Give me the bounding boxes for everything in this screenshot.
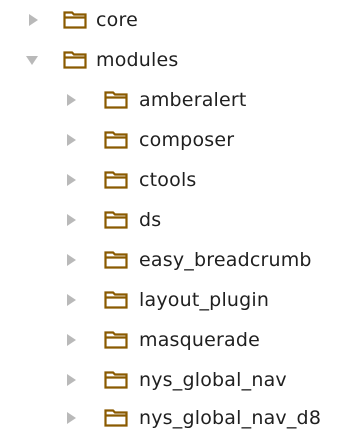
tree-item-nys-global-nav[interactable]: nys_global_nav: [0, 360, 342, 400]
tree-item-label: modules: [96, 49, 179, 71]
folder-icon: [104, 290, 128, 309]
tree-item-label: nys_global_nav_d8: [139, 407, 322, 429]
folder-icon: [104, 250, 128, 269]
collapse-arrow-icon[interactable]: [25, 53, 39, 67]
expand-arrow-icon[interactable]: [64, 213, 78, 227]
tree-item-amberalert[interactable]: amberalert: [0, 80, 342, 120]
expand-arrow-icon[interactable]: [64, 253, 78, 267]
tree-item-nys-global-nav-d8[interactable]: nys_global_nav_d8: [0, 398, 342, 438]
tree-item-label: ds: [139, 209, 162, 231]
expand-arrow-icon[interactable]: [64, 333, 78, 347]
tree-item-label: easy_breadcrumb: [139, 249, 312, 271]
tree-item-label: masquerade: [139, 329, 261, 351]
folder-icon: [104, 370, 128, 389]
tree-item-easy-breadcrumb[interactable]: easy_breadcrumb: [0, 240, 342, 280]
tree-item-masquerade[interactable]: masquerade: [0, 320, 342, 360]
folder-icon: [104, 170, 128, 189]
folder-icon: [63, 50, 87, 69]
expand-arrow-icon[interactable]: [64, 411, 78, 425]
expand-arrow-icon[interactable]: [26, 13, 40, 27]
tree-item-label: amberalert: [139, 89, 247, 111]
tree-item-ds[interactable]: ds: [0, 200, 342, 240]
folder-icon: [104, 210, 128, 229]
expand-arrow-icon[interactable]: [64, 373, 78, 387]
expand-arrow-icon[interactable]: [64, 173, 78, 187]
expand-arrow-icon[interactable]: [64, 293, 78, 307]
tree-item-layout-plugin[interactable]: layout_plugin: [0, 280, 342, 320]
tree-item-ctools[interactable]: ctools: [0, 160, 342, 200]
tree-item-label: nys_global_nav: [139, 369, 287, 391]
tree-item-modules[interactable]: modules: [0, 40, 342, 80]
tree-item-label: layout_plugin: [139, 289, 270, 311]
tree-item-label: composer: [139, 129, 235, 151]
file-tree: core modules amberalert composer ctools …: [0, 0, 342, 436]
tree-item-composer[interactable]: composer: [0, 120, 342, 160]
expand-arrow-icon[interactable]: [64, 133, 78, 147]
folder-icon: [63, 10, 87, 29]
expand-arrow-icon[interactable]: [64, 93, 78, 107]
tree-item-label: ctools: [139, 169, 197, 191]
folder-icon: [104, 130, 128, 149]
tree-item-label: core: [96, 9, 138, 31]
folder-icon: [104, 90, 128, 109]
folder-icon: [104, 330, 128, 349]
folder-icon: [104, 408, 128, 427]
tree-item-core[interactable]: core: [0, 0, 342, 40]
